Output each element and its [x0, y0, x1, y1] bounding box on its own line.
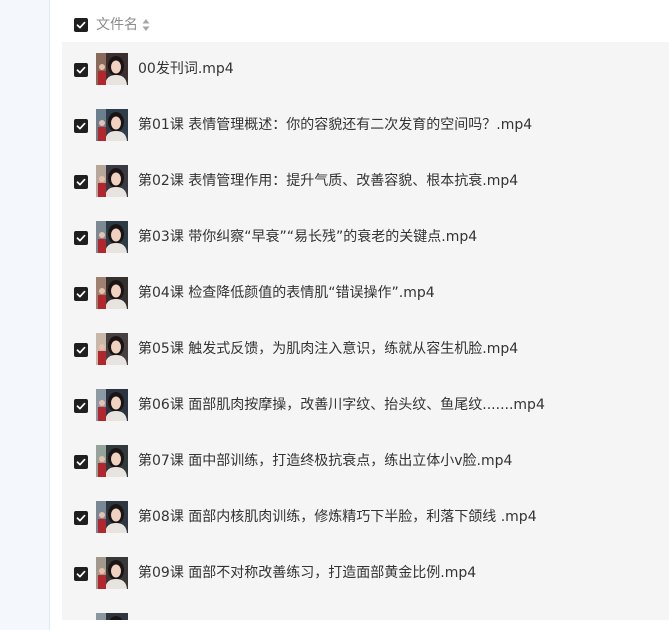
file-checkbox[interactable] — [74, 287, 88, 301]
file-list: 00发刊词.mp4 第01课 表情管理概述：你的容貌还有二次发育的空间吗？.mp4… — [62, 42, 669, 620]
file-row[interactable] — [62, 602, 669, 620]
file-checkbox[interactable] — [74, 119, 88, 133]
file-name[interactable]: 第06课 面部肌肉按摩操，改善川字纹、抬头纹、鱼尾纹.......mp4 — [138, 395, 545, 415]
file-name[interactable]: 第05课 触发式反馈，为肌肉注入意识，练就从容生机脸.mp4 — [138, 339, 518, 359]
video-thumbnail — [96, 557, 128, 589]
video-thumbnail — [96, 53, 128, 85]
file-checkbox[interactable] — [74, 343, 88, 357]
list-header: 文件名 — [50, 0, 669, 42]
select-all-checkbox[interactable] — [74, 18, 88, 32]
file-checkbox[interactable] — [74, 63, 88, 77]
file-row[interactable]: 第02课 表情管理作用：提升气质、改善容貌、根本抗衰.mp4 — [62, 154, 669, 210]
file-row[interactable]: 第08课 面部内核肌肉训练，修炼精巧下半脸，利落下颌线 .mp4 — [62, 490, 669, 546]
video-thumbnail — [96, 445, 128, 477]
file-row[interactable]: 第05课 触发式反馈，为肌肉注入意识，练就从容生机脸.mp4 — [62, 322, 669, 378]
video-thumbnail — [96, 109, 128, 141]
file-checkbox[interactable] — [74, 231, 88, 245]
file-row[interactable]: 第01课 表情管理概述：你的容貌还有二次发育的空间吗？.mp4 — [62, 98, 669, 154]
video-thumbnail — [96, 389, 128, 421]
sort-caret-icon[interactable] — [142, 18, 150, 32]
checkmark-icon — [76, 234, 86, 242]
filename-column-header[interactable]: 文件名 — [96, 15, 138, 35]
checkmark-icon — [76, 570, 86, 578]
file-row[interactable]: 第07课 面中部训练，打造终极抗衰点，练出立体小v脸.mp4 — [62, 434, 669, 490]
checkmark-icon — [76, 458, 86, 466]
file-name[interactable]: 第02课 表情管理作用：提升气质、改善容貌、根本抗衰.mp4 — [138, 171, 518, 191]
left-sidebar-strip — [0, 0, 50, 630]
file-name[interactable]: 第03课 带你纠察“早衰”“易长残”的衰老的关键点.mp4 — [138, 227, 477, 247]
checkmark-icon — [76, 346, 86, 354]
checkmark-icon — [76, 122, 86, 130]
file-list-panel: 文件名 00发刊词.mp4 第01课 表情管理概述：你的容貌还有二次发育的空间吗？… — [50, 0, 669, 630]
file-name[interactable]: 第08课 面部内核肌肉训练，修炼精巧下半脸，利落下颌线 .mp4 — [138, 507, 537, 527]
file-row[interactable]: 第03课 带你纠察“早衰”“易长残”的衰老的关键点.mp4 — [62, 210, 669, 266]
video-thumbnail — [96, 221, 128, 253]
file-name[interactable]: 第07课 面中部训练，打造终极抗衰点，练出立体小v脸.mp4 — [138, 451, 512, 471]
checkmark-icon — [76, 178, 86, 186]
file-row[interactable]: 第04课 检查降低颜值的表情肌“错误操作”.mp4 — [62, 266, 669, 322]
checkmark-icon — [76, 402, 86, 410]
file-checkbox[interactable] — [74, 399, 88, 413]
checkmark-icon — [76, 21, 86, 29]
checkmark-icon — [76, 290, 86, 298]
file-name[interactable]: 第09课 面部不对称改善练习，打造面部黄金比例.mp4 — [138, 563, 476, 583]
file-checkbox[interactable] — [74, 175, 88, 189]
checkmark-icon — [76, 514, 86, 522]
file-name[interactable]: 第04课 检查降低颜值的表情肌“错误操作”.mp4 — [138, 283, 435, 303]
checkmark-icon — [76, 66, 86, 74]
file-row[interactable]: 第06课 面部肌肉按摩操，改善川字纹、抬头纹、鱼尾纹.......mp4 — [62, 378, 669, 434]
video-thumbnail — [96, 613, 128, 620]
file-checkbox[interactable] — [74, 567, 88, 581]
video-thumbnail — [96, 501, 128, 533]
file-checkbox[interactable] — [74, 511, 88, 525]
file-name[interactable]: 00发刊词.mp4 — [138, 59, 234, 79]
file-row[interactable]: 00发刊词.mp4 — [62, 42, 669, 98]
file-row[interactable]: 第09课 面部不对称改善练习，打造面部黄金比例.mp4 — [62, 546, 669, 602]
video-thumbnail — [96, 165, 128, 197]
video-thumbnail — [96, 333, 128, 365]
file-name[interactable]: 第01课 表情管理概述：你的容貌还有二次发育的空间吗？.mp4 — [138, 115, 532, 135]
video-thumbnail — [96, 277, 128, 309]
file-checkbox[interactable] — [74, 455, 88, 469]
